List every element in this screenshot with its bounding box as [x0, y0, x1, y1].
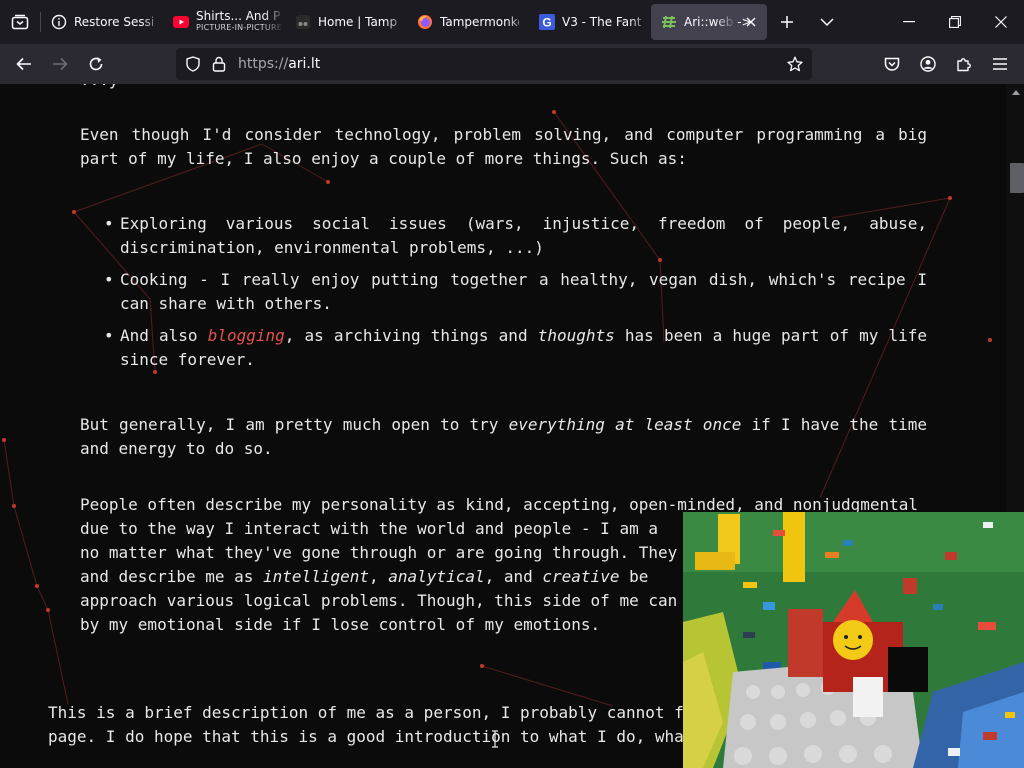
- tab-ariweb-active[interactable]: Ari::web ->: [651, 4, 767, 40]
- pocket-icon: [884, 57, 900, 71]
- url-text[interactable]: https://ari.lt: [238, 56, 320, 72]
- youtube-icon: [173, 14, 189, 30]
- tab-v3-fantasy[interactable]: G V3 - The Fantasy: [529, 4, 651, 40]
- lock-icon: [212, 56, 226, 72]
- shield-icon: [186, 56, 200, 72]
- arrow-right-icon: [53, 57, 68, 71]
- cut-off-text: ...y: [80, 84, 119, 92]
- restore-icon: [949, 16, 961, 28]
- bookmark-star-button[interactable]: [782, 48, 808, 80]
- reload-icon: [89, 57, 103, 71]
- plus-icon: [781, 16, 793, 28]
- window-close-button[interactable]: [978, 0, 1024, 44]
- arrow-left-icon: [16, 57, 31, 71]
- paragraph-open: But generally, I am pretty much open to …: [80, 415, 927, 458]
- firefox-icon: [417, 14, 433, 30]
- list-all-tabs-button[interactable]: [807, 0, 847, 44]
- restore-button[interactable]: [932, 0, 978, 44]
- picture-in-picture-video[interactable]: [683, 512, 1024, 768]
- g-icon: G: [539, 14, 555, 30]
- reload-button[interactable]: [78, 48, 114, 80]
- extensions-button[interactable]: [946, 48, 982, 80]
- tab-restore-session[interactable]: Restore Session: [41, 4, 163, 40]
- tab-manager-button[interactable]: [0, 0, 40, 44]
- minimize-button[interactable]: [886, 0, 932, 44]
- tab-tampermonkey[interactable]: Tampermonkey: [407, 4, 529, 40]
- blogging-link[interactable]: blogging: [208, 326, 285, 345]
- minimize-icon: [903, 21, 915, 23]
- tab-tampermonkey-home[interactable]: Home | Tampermonkey: [285, 4, 407, 40]
- list-item: And also blogging, as archiving things a…: [80, 324, 927, 372]
- tab-youtube-pip[interactable]: Shirts... And P PICTURE-IN-PICTURE: [163, 4, 285, 40]
- tab-close-button[interactable]: [743, 14, 759, 30]
- close-icon: [995, 16, 1007, 28]
- list-item: Exploring various social issues (wars, i…: [80, 212, 927, 260]
- video-frame: [683, 512, 1024, 768]
- account-button[interactable]: [910, 48, 946, 80]
- site-security-icon[interactable]: [206, 48, 232, 80]
- hobbies-list: Exploring various social issues (wars, i…: [80, 212, 927, 380]
- url-bar[interactable]: https://ari.lt: [176, 48, 812, 80]
- paragraph-intro: Even though I'd consider technology, pro…: [80, 125, 927, 168]
- ariweb-icon: [661, 14, 677, 30]
- toolbar-right: [874, 44, 1024, 84]
- scroll-up-arrow[interactable]: [1012, 90, 1020, 95]
- hamburger-menu-icon: [993, 58, 1007, 70]
- star-icon: [787, 56, 803, 72]
- chevron-down-icon: [820, 18, 834, 27]
- pocket-button[interactable]: [874, 48, 910, 80]
- back-button[interactable]: [6, 48, 42, 80]
- tracking-protection-icon[interactable]: [180, 48, 206, 80]
- app-menu-button[interactable]: [982, 48, 1018, 80]
- puzzle-icon: [957, 58, 971, 72]
- tampermonkey-icon: [295, 14, 311, 30]
- tab-manager-icon: [11, 14, 29, 30]
- new-tab-button[interactable]: [767, 0, 807, 44]
- list-item: Cooking - I really enjoy putting togethe…: [80, 268, 927, 316]
- info-icon: [51, 14, 67, 30]
- text-cursor-icon: [492, 730, 498, 748]
- forward-button[interactable]: [42, 48, 78, 80]
- navigation-toolbar: https://ari.lt: [0, 44, 1024, 84]
- scrollbar-thumb[interactable]: [1010, 163, 1024, 193]
- close-icon: [746, 17, 756, 27]
- account-icon: [920, 56, 936, 72]
- svg-text:G: G: [542, 16, 551, 30]
- tab-bar: Restore Session Shirts... And P PICTURE-…: [0, 0, 1024, 44]
